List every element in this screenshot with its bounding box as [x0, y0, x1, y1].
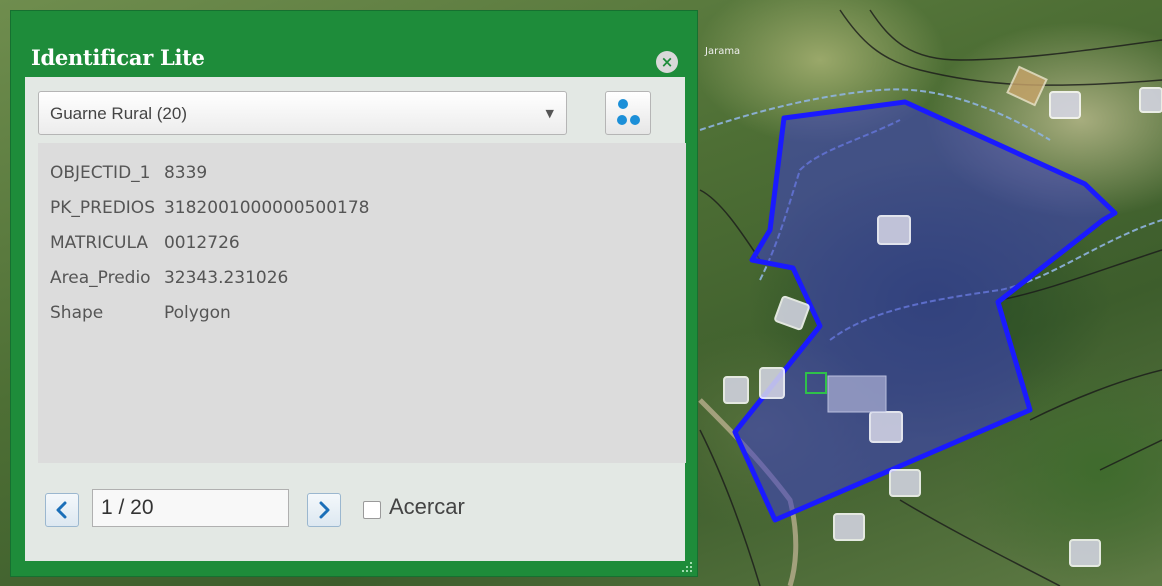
attribute-value: 32343.231026: [163, 267, 289, 288]
select-features-button[interactable]: [605, 91, 651, 135]
widget-body: Guarne Rural (20) ▼ OBJECTID_1 8339 PK_PRE…: [25, 77, 686, 561]
map-place-label: Jarama: [705, 46, 741, 57]
widget-title: Identificar Lite: [31, 45, 205, 70]
attribute-value: 0012726: [163, 232, 240, 253]
close-icon[interactable]: ×: [656, 51, 678, 73]
attribute-row: OBJECTID_1 8339: [50, 155, 370, 190]
page-indicator-input[interactable]: [92, 489, 289, 527]
attribute-value: Polygon: [163, 302, 231, 323]
attribute-row: Area_Predio 32343.231026: [50, 260, 370, 295]
attribute-key: PK_PREDIOS: [50, 197, 155, 218]
chevron-left-icon: [56, 501, 67, 519]
attributes-panel: OBJECTID_1 8339 PK_PREDIOS 3182001000000500…: [38, 143, 686, 463]
attribute-row: Shape Polygon: [50, 295, 370, 330]
zoom-to-label[interactable]: Acercar: [389, 494, 465, 520]
attribute-row: PK_PREDIOS 3182001000000500178: [50, 190, 370, 225]
identify-widget: Identificar Lite × Guarne Rural (20) ▼ O…: [10, 10, 698, 577]
attribute-key: Area_Predio: [50, 267, 151, 288]
attributes-table: OBJECTID_1 8339 PK_PREDIOS 3182001000000500…: [50, 155, 370, 330]
layer-select[interactable]: Guarne Rural (20) ▼: [38, 91, 567, 135]
attribute-key: MATRICULA: [50, 232, 148, 253]
attribute-value: 3182001000000500178: [163, 197, 370, 218]
cluster-dots-icon: [617, 99, 640, 125]
chevron-right-icon: [319, 501, 330, 519]
layer-select-value: Guarne Rural (20): [50, 104, 188, 123]
next-button[interactable]: [307, 493, 341, 527]
previous-button[interactable]: [45, 493, 79, 527]
attribute-row: MATRICULA 0012726: [50, 225, 370, 260]
attribute-key: Shape: [50, 302, 104, 323]
zoom-to-checkbox[interactable]: [363, 501, 381, 519]
attribute-value: 8339: [163, 162, 208, 183]
chevron-down-icon: ▼: [545, 107, 554, 120]
resize-grip-icon[interactable]: [681, 561, 693, 573]
attribute-key: OBJECTID_1: [50, 162, 151, 183]
